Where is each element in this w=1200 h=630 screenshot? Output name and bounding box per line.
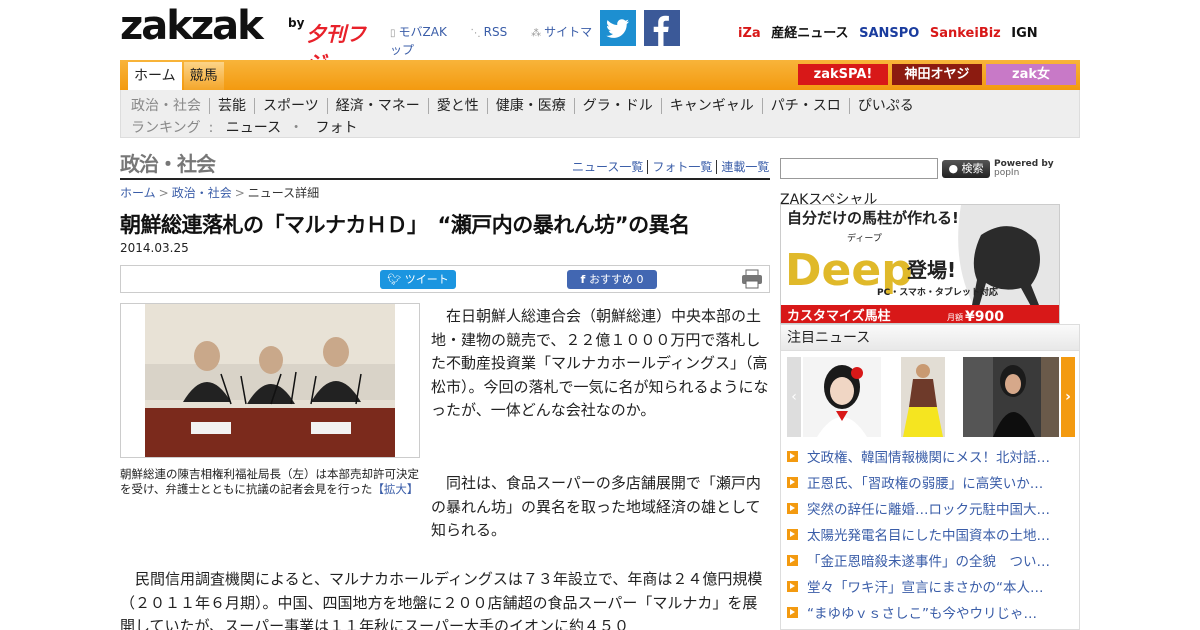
carousel-thumb-2[interactable] [901,357,945,437]
section-links: ニュース一覧 フォト一覧 連載一覧 [568,158,773,175]
header-links: ▯ モバZAK ⋱ RSS ⁂ サイトマップ [390,24,600,58]
logo-text: zakzak [120,3,264,49]
zakjo-banner[interactable]: zak女 [986,64,1076,85]
attention-news-title: 注目ニュース [781,325,1079,351]
series-list-link[interactable]: 連載一覧 [717,160,773,174]
list-item[interactable]: 正恩氏、「習政権の弱腰」に高笑いか… [787,469,1077,495]
facebook-f-icon: f [580,273,590,286]
sitemap-icon: ⁂ [531,28,542,39]
print-icon[interactable] [741,269,763,289]
deep-top-text: 自分だけの馬柱が作れる! [787,209,959,227]
category-entertainment[interactable]: 芸能 [210,98,255,114]
category-economy[interactable]: 経済・マネー [328,98,429,114]
article-date: 2014.03.25 [120,241,189,255]
deep-price-prefix: 月額 [947,312,963,322]
photo-list-link[interactable]: フォト一覧 [648,160,718,174]
list-item[interactable]: 突然の辞任に離婚…ロック元駐中国大… [787,495,1077,521]
category-campaign-girl[interactable]: キャンギャル [662,98,763,114]
arrow-bullet-icon [787,606,798,618]
deep-bottom-left: カスタマイズ馬柱 [787,308,891,324]
chevron-right-icon: > [158,186,169,200]
breadcrumb-home[interactable]: ホーム [120,186,156,200]
carousel-thumb-1[interactable] [803,357,881,437]
twitter-icon[interactable] [600,10,636,46]
tab-home[interactable]: ホーム [128,62,182,90]
list-item[interactable]: 「金正恩暗殺未遂事件」の全貌 つい… [787,547,1077,573]
category-sports[interactable]: スポーツ [255,98,328,114]
mobazak-link[interactable]: ▯ モバZAK [390,25,457,39]
partner-links: iZa 産経ニュース SANSPO SankeiBiz IGN [738,22,1044,41]
arrow-bullet-icon [787,554,798,566]
partner-ign[interactable]: IGN [1011,26,1037,41]
facebook-icon[interactable] [644,10,680,46]
deep-banner[interactable]: 自分だけの馬柱が作れる! ディープ Deep 登場! PC・スマホ・タブレット対… [780,204,1060,324]
twitter-bird-icon: 🐦︎ [387,273,405,286]
category-love[interactable]: 愛と性 [429,98,488,114]
expand-photo-link[interactable]: 【拡大】 [372,482,418,496]
arrow-bullet-icon [787,580,798,592]
section-title: 政治・社会 [120,152,216,176]
zakzak-logo[interactable]: zakzak by 夕刊フジ [120,6,385,75]
rss-link[interactable]: ⋱ RSS [471,25,518,39]
ranking-photo-link[interactable]: フォト [316,120,358,136]
mobile-icon: ▯ [390,28,396,39]
breadcrumb-current: ニュース詳細 [247,186,320,200]
deep-tag: 登場! [906,258,956,282]
category-politics[interactable]: 政治・社会 [131,98,210,114]
zakspa-banner[interactable]: zakSPA! [798,64,888,85]
search-icon: ● [948,162,962,175]
breadcrumb: ホーム > 政治・社会 > ニュース詳細 [120,184,319,201]
search-input[interactable] [780,158,938,179]
category-pachi[interactable]: パチ・スロ [763,98,850,114]
tweet-button[interactable]: 🐦︎ ツイート [380,270,456,289]
photo-caption: 朝鮮総連の陳吉相権利福祉局長（左）は本部売却許可決定を受け、弁護士とともに抗議の… [120,467,419,496]
article-paragraph-3: 民間信用調査機関によると、マルナカホールディングスは７３年設立で、年商は２４億円… [120,570,763,630]
ranking-news-link[interactable]: ニュース [226,120,281,136]
search-button[interactable]: ● 検索 [942,160,990,178]
list-item[interactable]: 文政権、韓国情報機関にメス！北対話… [787,443,1077,469]
logo-by: by [288,16,305,30]
deep-price: ¥900 [965,309,1004,324]
deep-furigana: ディープ [847,232,882,244]
tab-keiba[interactable]: 競馬 [183,62,224,90]
deep-sub: PC・スマホ・タブレット対応 [877,286,998,298]
news-list-link[interactable]: ニュース一覧 [568,160,649,174]
ranking-label: ランキング [131,120,201,136]
article-headline: 朝鮮総連落札の「マルナカＨＤ」 “瀬戸内の暴れん坊”の異名 [120,213,690,237]
powered-by-popin[interactable]: Powered by popIn [994,160,1054,178]
list-item[interactable]: “まゆゆｖｓさしこ”も今やウリじゃ… [787,599,1077,625]
attention-news-box: 注目ニュース ‹ › 文政権、韓国情報機関にメス！北対話… 正恩氏、「習政権の弱… [780,324,1080,630]
carousel-next-icon[interactable]: › [1061,357,1075,437]
partner-sankeibiz[interactable]: SankeiBiz [930,26,1001,41]
article-photo[interactable] [120,303,420,458]
main-nav: ホーム 競馬 zakSPA! 神田オヤジ zak女 [120,60,1080,90]
attention-news-list: 文政権、韓国情報機関にメス！北対話… 正恩氏、「習政権の弱腰」に高笑いか… 突然… [787,443,1077,625]
breadcrumb-politics[interactable]: 政治・社会 [172,186,232,200]
carousel-thumb-3[interactable] [963,357,1059,437]
arrow-bullet-icon [787,450,798,462]
partner-sankei-news[interactable]: 産経ニュース [771,26,848,41]
article-paragraph-2: 同社は、食品スーパーの多店舗展開で「瀬戸内の暴れん坊」の異名を取った地域経済の雄… [431,474,761,539]
rss-icon: ⋱ [470,28,481,39]
news-carousel: ‹ › [787,357,1075,437]
facebook-like-button[interactable]: f おすすめ 0 [567,270,657,289]
category-people[interactable]: ぴいぷる [850,98,922,114]
share-bar: 🐦︎ ツイート f おすすめ 0 [120,265,770,293]
list-item[interactable]: 堂々「ワキ汗」宣言にまさかの“本人… [787,573,1077,599]
category-nav: 政治・社会 芸能 スポーツ 経済・マネー 愛と性 健康・医療 グラ・ドル キャン… [120,90,1080,138]
partner-sanspo[interactable]: SANSPO [859,26,919,41]
section-divider [120,178,770,180]
arrow-bullet-icon [787,476,798,488]
arrow-bullet-icon [787,528,798,540]
kanda-oyaji-banner[interactable]: 神田オヤジ [892,64,982,85]
category-health[interactable]: 健康・医療 [488,98,575,114]
chevron-right-icon: > [234,186,245,200]
category-gravure[interactable]: グラ・ドル [575,98,662,114]
partner-iza[interactable]: iZa [738,26,761,41]
arrow-bullet-icon [787,502,798,514]
press-conference-image [121,304,419,457]
article-paragraph-1: 在日朝鮮人総連合会（朝鮮総連）中央本部の土地・建物の競売で、２２億１０００万円で… [431,307,769,419]
carousel-prev-icon[interactable]: ‹ [787,357,801,437]
list-item[interactable]: 太陽光発電名目にした中国資本の土地… [787,521,1077,547]
